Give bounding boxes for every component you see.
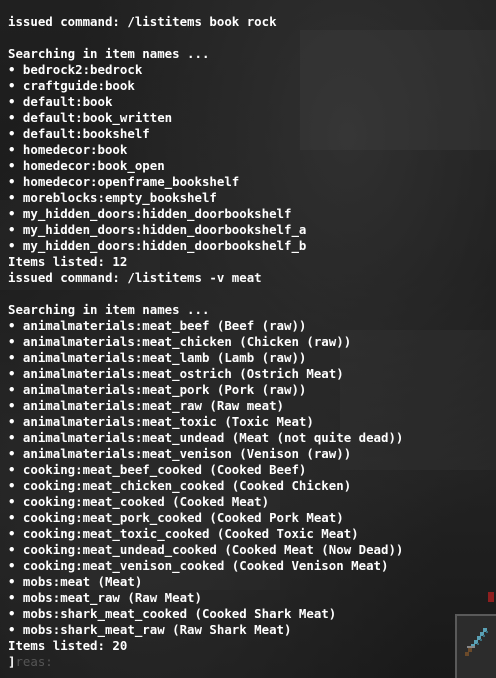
chat-line: • cooking:meat_beef_cooked (Cooked Beef) xyxy=(8,462,307,477)
chat-log: issued command: /listitems book rock Sear… xyxy=(8,14,403,654)
chat-line: • cooking:meat_venison_cooked (Cooked Ve… xyxy=(8,558,389,573)
chat-line: • homedecor:book_open xyxy=(8,158,165,173)
game-viewport: issued command: /listitems book rock Sear… xyxy=(0,0,496,678)
chat-line: Searching in item names ... xyxy=(8,302,210,317)
chat-line: • craftguide:book xyxy=(8,78,135,93)
chat-line: • animalmaterials:meat_lamb (Lamb (raw)) xyxy=(8,350,307,365)
health-indicator xyxy=(488,592,494,602)
chat-line: issued command: /listitems book rock xyxy=(8,14,277,29)
chat-line: • cooking:meat_undead_cooked (Cooked Mea… xyxy=(8,542,404,557)
chat-input[interactable]: ]reas: xyxy=(8,654,53,670)
chat-line: • mobs:shark_meat_cooked (Cooked Shark M… xyxy=(8,606,337,621)
chat-line: • homedecor:openframe_bookshelf xyxy=(8,174,240,189)
chat-line: • default:bookshelf xyxy=(8,126,150,141)
chat-line: • cooking:meat_pork_cooked (Cooked Pork … xyxy=(8,510,344,525)
chat-line: Searching in item names ... xyxy=(8,46,210,61)
chat-line: • animalmaterials:meat_undead (Meat (not… xyxy=(8,430,404,445)
chat-line: • my_hidden_doors:hidden_doorbookshelf_b xyxy=(8,238,307,253)
chat-line: • mobs:meat (Meat) xyxy=(8,574,143,589)
chat-line: Items listed: 20 xyxy=(8,638,128,653)
chat-line: • cooking:meat_toxic_cooked (Cooked Toxi… xyxy=(8,526,359,541)
hotbar-slot[interactable] xyxy=(455,614,496,678)
chat-line: Items listed: 12 xyxy=(8,254,128,269)
chat-line: • animalmaterials:meat_toxic (Toxic Meat… xyxy=(8,414,314,429)
chat-line: • my_hidden_doors:hidden_doorbookshelf_a xyxy=(8,222,307,237)
chat-line: • animalmaterials:meat_raw (Raw meat) xyxy=(8,398,285,413)
chat-line: • animalmaterials:meat_pork (Pork (raw)) xyxy=(8,382,307,397)
chat-line: • animalmaterials:meat_beef (Beef (raw)) xyxy=(8,318,307,333)
chat-line: • default:book_written xyxy=(8,110,173,125)
chat-line: • moreblocks:empty_bookshelf xyxy=(8,190,217,205)
chat-line: • mobs:meat_raw (Raw Meat) xyxy=(8,590,202,605)
chat-line: • default:book xyxy=(8,94,113,109)
chat-line: • cooking:meat_cooked (Cooked Meat) xyxy=(8,494,270,509)
chat-blank-line xyxy=(8,30,403,46)
chat-line: • mobs:shark_meat_raw (Raw Shark Meat) xyxy=(8,622,292,637)
chat-line: • animalmaterials:meat_chicken (Chicken … xyxy=(8,334,352,349)
chat-line: issued command: /listitems -v meat xyxy=(8,270,262,285)
chat-line: • bedrock2:bedrock xyxy=(8,62,143,77)
chat-line: • my_hidden_doors:hidden_doorbookshelf xyxy=(8,206,292,221)
chat-line: • animalmaterials:meat_ostrich (Ostrich … xyxy=(8,366,344,381)
chat-input-hint: reas: xyxy=(15,654,53,669)
chat-line: • animalmaterials:meat_venison (Venison … xyxy=(8,446,352,461)
chat-line: • homedecor:book xyxy=(8,142,128,157)
chat-line: • cooking:meat_chicken_cooked (Cooked Ch… xyxy=(8,478,352,493)
chat-blank-line xyxy=(8,286,403,302)
